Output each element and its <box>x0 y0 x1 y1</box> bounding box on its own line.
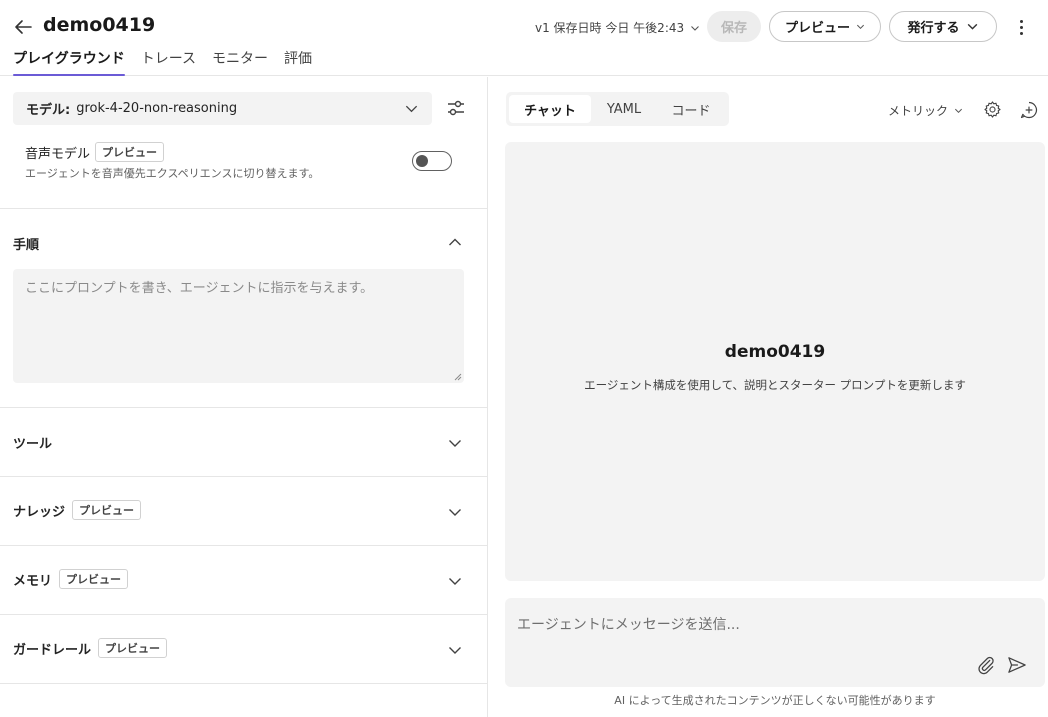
model-label: モデル: <box>26 103 71 118</box>
back-arrow-icon[interactable] <box>12 16 34 38</box>
publish-button[interactable]: 発行する <box>889 11 997 42</box>
tab-chat[interactable]: チャット <box>509 95 591 123</box>
divider <box>0 614 488 615</box>
metrics-label: メトリック <box>888 104 949 118</box>
preview-button[interactable]: プレビュー <box>769 11 881 42</box>
chat-agent-name: demo0419 <box>724 342 826 362</box>
tab-evaluation[interactable]: 評価 <box>284 48 312 74</box>
chevron-down-icon[interactable] <box>447 435 463 451</box>
chevron-down-icon[interactable] <box>447 573 463 589</box>
publish-label: 発行する <box>907 21 960 36</box>
knowledge-section-header[interactable]: ナレッジ プレビュー <box>13 500 142 520</box>
tab-traces[interactable]: トレース <box>141 48 196 74</box>
divider <box>0 476 488 477</box>
instructions-placeholder: ここにプロンプトを書き、エージェントに指示を与えます。 <box>25 281 374 296</box>
preview-badge: プレビュー <box>98 638 168 658</box>
voice-model-title: 音声モデル プレビュー <box>25 142 165 162</box>
guardrails-section-header[interactable]: ガードレール プレビュー <box>13 638 168 658</box>
divider <box>0 208 488 209</box>
voice-model-toggle[interactable] <box>412 151 452 171</box>
new-chat-icon[interactable] <box>1019 100 1039 120</box>
tab-code[interactable]: コード <box>657 95 725 123</box>
tab-monitor[interactable]: モニター <box>212 48 268 74</box>
agent-playground: demo0419 プレイグラウンド トレース モニター 評価 v1 保存日時 今… <box>0 0 1048 717</box>
tab-yaml[interactable]: YAML <box>593 95 655 123</box>
chat-hint: エージェント構成を使用して、説明とスターター プロンプトを更新します <box>584 378 966 392</box>
ai-disclaimer: AI によって生成されたコンテンツが正しくない可能性があります <box>614 694 936 707</box>
toggle-knob <box>416 155 428 167</box>
chevron-down-icon[interactable] <box>447 642 463 658</box>
instructions-title: 手順 <box>13 238 40 253</box>
instructions-header[interactable]: 手順 <box>13 234 39 253</box>
divider <box>0 407 488 408</box>
preview-badge: プレビュー <box>95 142 165 162</box>
preview-badge: プレビュー <box>72 500 142 520</box>
knowledge-title: ナレッジ <box>13 504 66 520</box>
header: demo0419 プレイグラウンド トレース モニター 評価 v1 保存日時 今… <box>0 0 1048 76</box>
version-status: v1 保存日時 今日 午後2:43 <box>535 21 685 35</box>
preview-badge: プレビュー <box>59 569 129 589</box>
chevron-up-icon[interactable] <box>447 234 463 250</box>
preview-label: プレビュー <box>784 21 850 36</box>
guardrails-title: ガードレール <box>13 642 92 658</box>
voice-model-description: エージェントを音声優先エクスペリエンスに切り替えます。 <box>25 167 320 180</box>
agent-title: demo0419 <box>43 14 156 36</box>
chevron-down-icon <box>691 25 700 31</box>
chevron-down-icon <box>955 108 963 114</box>
gear-icon[interactable] <box>983 100 1002 119</box>
chevron-down-icon <box>967 23 977 30</box>
chevron-down-icon <box>405 105 418 113</box>
divider <box>0 545 488 546</box>
view-tabs: チャット YAML コード <box>506 92 729 126</box>
main-tabs: プレイグラウンド トレース モニター 評価 <box>13 48 312 76</box>
model-selector[interactable]: モデル: grok-4-20-non-reasoning <box>13 92 432 125</box>
message-input[interactable]: エージェントにメッセージを送信... <box>505 598 1045 687</box>
divider <box>0 683 488 684</box>
tools-title: ツール <box>13 437 53 452</box>
instructions-textarea[interactable]: ここにプロンプトを書き、エージェントに指示を与えます。 <box>13 269 464 383</box>
configuration-panel: モデル: grok-4-20-non-reasoning 音声モデル プレビュー… <box>0 77 488 717</box>
memory-section-header[interactable]: メモリ プレビュー <box>13 569 129 589</box>
metrics-dropdown[interactable]: メトリック <box>888 102 963 119</box>
model-value: grok-4-20-non-reasoning <box>76 101 238 116</box>
attach-icon[interactable] <box>976 655 996 675</box>
more-options-icon[interactable] <box>1012 16 1030 38</box>
memory-title: メモリ <box>13 573 53 589</box>
resize-handle-icon[interactable] <box>454 373 462 381</box>
chevron-down-icon <box>856 24 865 30</box>
model-settings-icon[interactable] <box>445 97 467 119</box>
chevron-down-icon[interactable] <box>447 504 463 520</box>
version-dropdown[interactable]: v1 保存日時 今日 午後2:43 <box>535 19 700 36</box>
tab-playground[interactable]: プレイグラウンド <box>13 48 125 76</box>
message-placeholder: エージェントにメッセージを送信... <box>517 617 740 633</box>
send-icon[interactable] <box>1007 656 1027 674</box>
chat-canvas: demo0419 エージェント構成を使用して、説明とスターター プロンプトを更新… <box>505 142 1045 581</box>
save-button[interactable]: 保存 <box>707 11 761 42</box>
voice-model-label: 音声モデル <box>25 146 91 162</box>
tools-section-header[interactable]: ツール <box>13 433 52 452</box>
